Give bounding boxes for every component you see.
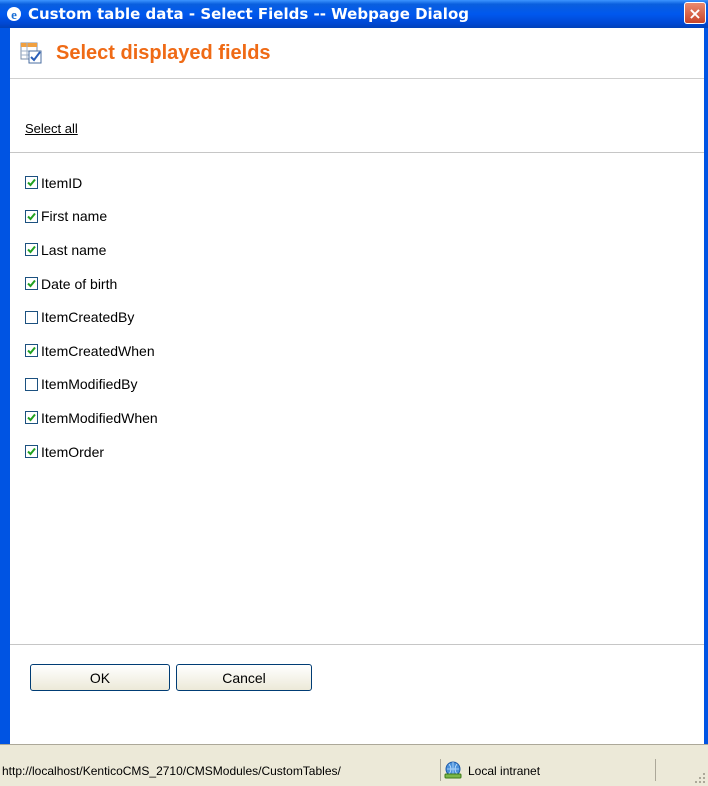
field-label: Last name (41, 241, 107, 258)
page-title: Select displayed fields (56, 41, 271, 64)
status-bar: http://localhost/KenticoCMS_2710/CMSModu… (0, 744, 708, 786)
field-label: ItemID (41, 174, 83, 191)
checkmark-icon (27, 414, 36, 422)
status-divider (655, 759, 656, 781)
intranet-globe-icon (444, 761, 462, 779)
field-item[interactable]: First name (25, 200, 158, 234)
checkbox-checked[interactable] (25, 411, 38, 425)
checkbox-checked[interactable] (25, 243, 38, 257)
field-item[interactable]: Last name (25, 233, 158, 267)
svg-text:e: e (11, 7, 17, 22)
checkmark-icon (27, 246, 36, 254)
footer-divider (10, 644, 704, 645)
checkbox-checked[interactable] (25, 277, 38, 291)
zone-label: Local intranet (468, 764, 541, 778)
cancel-button[interactable]: Cancel (176, 664, 312, 691)
field-label: ItemCreatedWhen (41, 342, 155, 359)
status-divider (440, 759, 441, 781)
field-item[interactable]: ItemCreatedBy (25, 300, 158, 334)
window-title: Custom table data - Select Fields -- Web… (28, 5, 469, 23)
checkbox-checked[interactable] (25, 344, 38, 358)
status-url: http://localhost/KenticoCMS_2710/CMSModu… (2, 764, 341, 778)
field-label: Date of birth (41, 275, 118, 292)
dialog-window: e Custom table data - Select Fields -- W… (0, 0, 708, 786)
close-button[interactable]: × (684, 2, 706, 24)
field-label: ItemOrder (41, 443, 105, 460)
dialog-content: Select displayed fields Select all ItemI… (10, 28, 704, 744)
field-label: ItemModifiedBy (41, 376, 138, 393)
close-icon: × (688, 3, 702, 23)
field-item[interactable]: ItemOrder (25, 435, 158, 469)
field-item[interactable]: Date of birth (25, 267, 158, 301)
field-item[interactable]: ItemModifiedWhen (25, 401, 158, 435)
divider (10, 152, 704, 153)
checkbox-checked[interactable] (25, 445, 38, 459)
ok-button[interactable]: OK (30, 664, 170, 691)
checkbox-unchecked[interactable] (25, 310, 38, 324)
field-item[interactable]: ItemID (25, 166, 158, 200)
field-label: ItemModifiedWhen (41, 409, 158, 426)
resize-grip-icon[interactable] (694, 772, 706, 784)
select-all-link[interactable]: Select all (25, 121, 78, 136)
ie-logo-icon: e (7, 7, 21, 22)
checkbox-checked[interactable] (25, 176, 38, 190)
checkmark-icon (27, 447, 36, 456)
checkmark-icon (27, 347, 36, 355)
table-fields-icon (20, 42, 42, 64)
field-list: ItemID First name Last name Date of birth It… (25, 166, 158, 468)
checkmark-icon (27, 179, 36, 187)
checkmark-icon (27, 279, 36, 288)
field-label: ItemCreatedBy (41, 309, 135, 326)
dialog-header: Select displayed fields (10, 28, 704, 79)
field-item[interactable]: ItemCreatedWhen (25, 334, 158, 368)
field-label: First name (41, 208, 108, 225)
checkbox-unchecked[interactable] (25, 377, 38, 391)
field-item[interactable]: ItemModifiedBy (25, 368, 158, 402)
title-bar[interactable]: e Custom table data - Select Fields -- W… (0, 0, 708, 28)
checkmark-icon (27, 212, 36, 221)
checkbox-checked[interactable] (25, 209, 38, 223)
